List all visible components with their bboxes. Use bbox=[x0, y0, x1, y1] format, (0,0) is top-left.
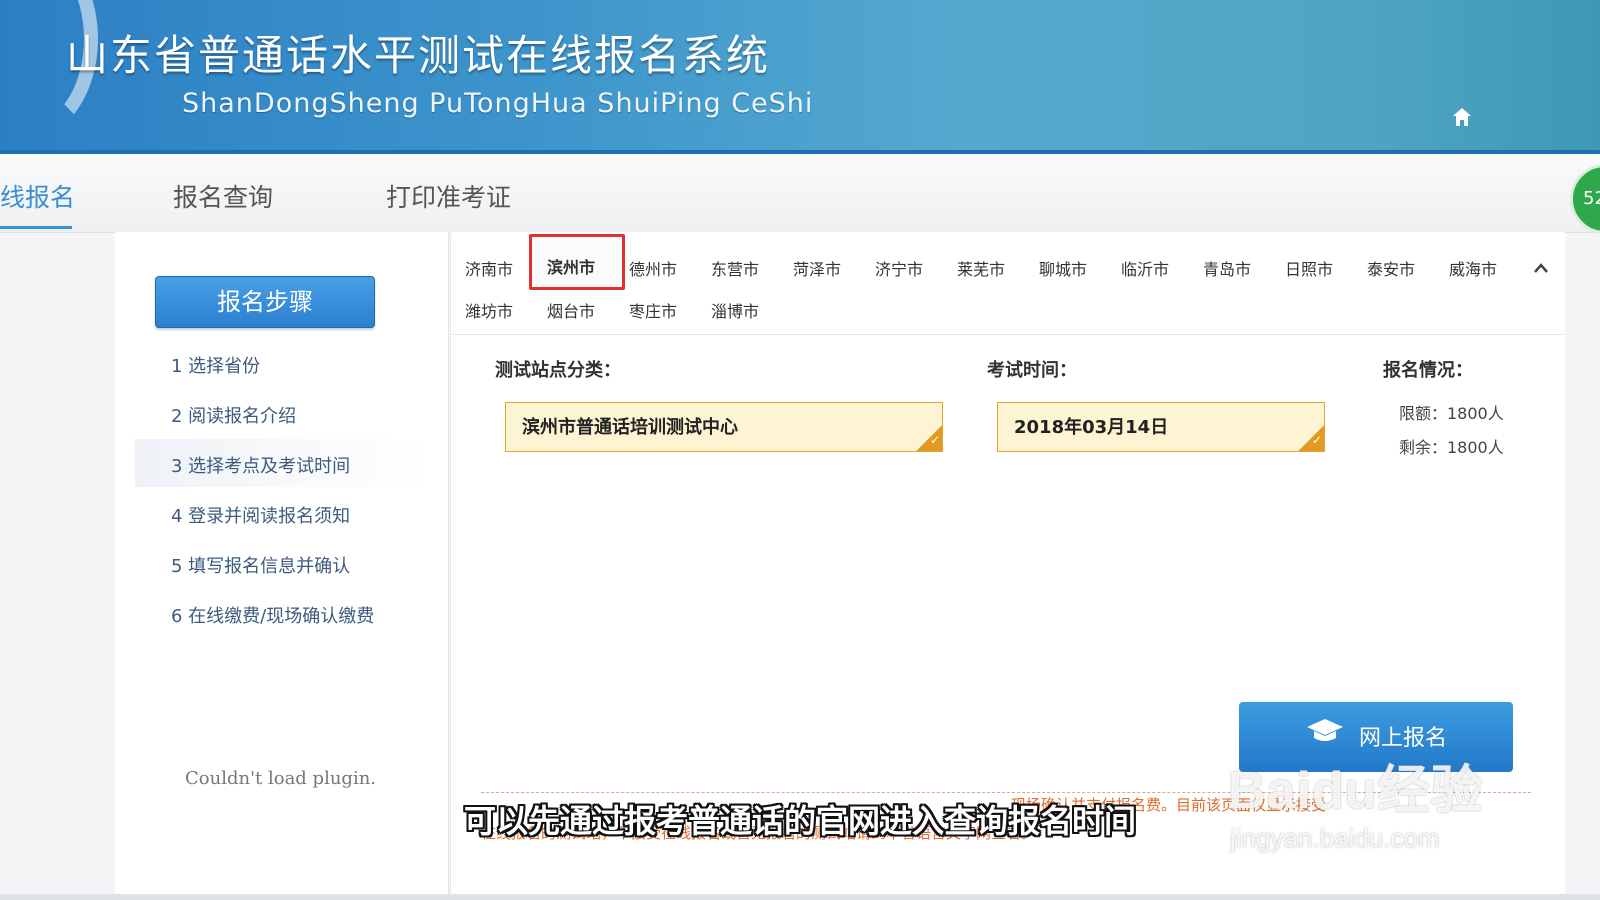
city-tab-zaozhuang[interactable]: 枣庄市 bbox=[629, 298, 677, 322]
dropdown-check-icon: ✓ bbox=[1298, 425, 1324, 451]
step-item: 2 阅读报名介绍 bbox=[171, 406, 297, 427]
city-tab-zibo[interactable]: 淄博市 bbox=[711, 298, 759, 322]
station-category-label: 测试站点分类： bbox=[495, 360, 621, 381]
home-icon[interactable] bbox=[1450, 106, 1474, 130]
watermark-brand: Baidu经验 bbox=[1228, 762, 1484, 820]
city-tab-jining[interactable]: 济宁市 bbox=[875, 256, 923, 280]
step-item-current: 3 选择考点及考试时间 bbox=[135, 439, 435, 487]
signup-status-label: 报名情况： bbox=[1383, 360, 1473, 381]
step-item: 6 在线缴费/现场确认缴费 bbox=[171, 606, 375, 627]
station-select[interactable]: 滨州市普通话培训测试中心 ✓ bbox=[505, 402, 943, 452]
remaining-text: 剩余：1800人 bbox=[1399, 438, 1504, 457]
baidu-watermark: Baidu经验 jingyan.baidu.com bbox=[1228, 748, 1483, 854]
step-label: 3 选择考点及考试时间 bbox=[171, 456, 351, 477]
city-selector: 济南市 滨州市 德州市 东营市 菏泽市 济宁市 莱芜市 聊城市 临沂市 青岛市 … bbox=[451, 232, 1565, 335]
step-item: 1 选择省份 bbox=[171, 356, 261, 377]
city-tab-heze[interactable]: 菏泽市 bbox=[793, 256, 841, 280]
city-tab-rizhao[interactable]: 日照市 bbox=[1285, 256, 1333, 280]
chevron-up-icon[interactable] bbox=[1533, 258, 1549, 279]
city-tab-laiwu[interactable]: 莱芜市 bbox=[957, 256, 1005, 280]
exam-time-select[interactable]: 2018年03月14日 ✓ bbox=[997, 402, 1325, 452]
plugin-error-message: Couldn't load plugin. bbox=[185, 768, 377, 789]
main-nav: 线报名 报名查询 打印准考证 52 bbox=[0, 154, 1600, 234]
tab-signup-query[interactable]: 报名查询 bbox=[173, 178, 273, 214]
tab-print-admission[interactable]: 打印准考证 bbox=[386, 178, 511, 214]
watermark-url: jingyan.baidu.com bbox=[1230, 823, 1440, 853]
city-tab-binzhou[interactable]: 滨州市 bbox=[547, 254, 595, 278]
active-tab-underline bbox=[0, 226, 72, 229]
city-tab-dongying[interactable]: 东营市 bbox=[711, 256, 759, 280]
city-tab-weihai[interactable]: 威海市 bbox=[1449, 256, 1497, 280]
city-tab-dezhou[interactable]: 德州市 bbox=[629, 256, 677, 280]
exam-time-value: 2018年03月14日 bbox=[1014, 417, 1169, 438]
steps-sidebar: 报名步骤 1 选择省份 2 阅读报名介绍 3 选择考点及考试时间 4 登录并阅读… bbox=[115, 232, 449, 894]
city-tab-jinan[interactable]: 济南市 bbox=[465, 256, 513, 280]
step-item: 4 登录并阅读报名须知 bbox=[171, 506, 351, 527]
step-item: 5 填写报名信息并确认 bbox=[171, 556, 351, 577]
city-tab-weifang[interactable]: 潍坊市 bbox=[465, 298, 513, 322]
floating-badge[interactable]: 52 bbox=[1570, 164, 1600, 234]
site-header: 山东省普通话水平测试在线报名系统 ShanDongSheng PuTongHua… bbox=[0, 0, 1600, 154]
city-tab-liaocheng[interactable]: 聊城市 bbox=[1039, 256, 1087, 280]
quota-text: 限额：1800人 bbox=[1399, 404, 1504, 423]
site-title: 山东省普通话水平测试在线报名系统 bbox=[66, 31, 771, 80]
station-select-value: 滨州市普通话培训测试中心 bbox=[522, 417, 738, 438]
city-tab-yantai[interactable]: 烟台市 bbox=[547, 298, 595, 322]
exam-time-label: 考试时间： bbox=[987, 360, 1077, 381]
site-subtitle: ShanDongSheng PuTongHua ShuiPing CeShi bbox=[182, 88, 814, 119]
city-tab-linyi[interactable]: 临沂市 bbox=[1121, 256, 1169, 280]
bottom-bar bbox=[0, 894, 1600, 900]
city-tab-qingdao[interactable]: 青岛市 bbox=[1203, 256, 1251, 280]
dropdown-check-icon: ✓ bbox=[916, 425, 942, 451]
steps-title-button[interactable]: 报名步骤 bbox=[155, 276, 375, 328]
city-tab-taian[interactable]: 泰安市 bbox=[1367, 256, 1415, 280]
tab-online-signup[interactable]: 线报名 bbox=[0, 178, 75, 214]
